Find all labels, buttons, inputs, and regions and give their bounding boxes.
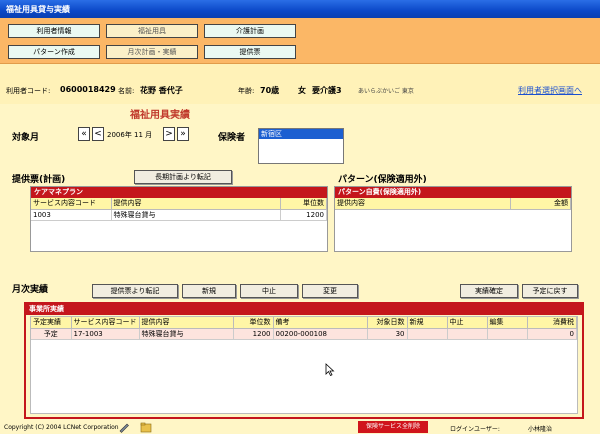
user-age: 70歳: [260, 86, 280, 95]
actuals-cell-stop[interactable]: [447, 328, 488, 340]
actuals-panel: 事業所実績 予定実績 サービス内容コード 提供内容 単位数 備考 対象日数 新規…: [24, 302, 584, 419]
user-name-label: 名前:: [118, 87, 135, 95]
actuals-panel-title: 事業所実績: [26, 304, 582, 315]
actuals-header-edit: 編集: [487, 317, 528, 329]
plan-cell-code: 1003: [31, 209, 112, 221]
actuals-cell-new[interactable]: [407, 328, 448, 340]
page-title: 福祉用具実績: [130, 110, 190, 121]
copyright-text: Copyright (C) 2004 LCNet Corporation: [4, 424, 119, 431]
actuals-header-days: 対象日数: [367, 317, 408, 329]
mouse-cursor-icon: [325, 363, 335, 377]
plan-panel-title: ケアマネプラン: [31, 187, 327, 198]
main-content: 福祉用具実績 対象月 « < 2006年 11 月 > » 保険者 新宿区 提供…: [0, 104, 600, 420]
pattern-header-content: 提供内容: [335, 198, 511, 210]
pattern-panel: パターン自費(保険適用外) 提供内容 金額: [334, 186, 572, 252]
actuals-table: 予定実績 サービス内容コード 提供内容 単位数 備考 対象日数 新規 中止 編集…: [31, 317, 577, 340]
insurer-option-selected[interactable]: 新宿区: [259, 129, 343, 139]
back-to-plan-button[interactable]: 予定に戻す: [522, 284, 578, 298]
insurer-label: 保険者: [218, 133, 246, 143]
user-age-label: 年齢:: [238, 87, 255, 95]
user-name: 花野 香代子: [140, 86, 183, 95]
pattern-panel-title: パターン自費(保険適用外): [335, 187, 571, 198]
login-user-label: ログインユーザー:: [450, 426, 500, 433]
actuals-cell-content: 特殊寝台貸与: [139, 328, 234, 340]
actuals-header-type: 予定実績: [31, 317, 72, 329]
confirm-actual-button[interactable]: 実績確定: [460, 284, 518, 298]
period-value: 2006年 11 月: [107, 131, 153, 139]
actuals-cell-tax: 0: [527, 328, 577, 340]
actuals-header-code: サービス内容コード: [71, 317, 140, 329]
copy-from-long-term-button[interactable]: 長期計画より転記: [134, 170, 232, 184]
plan-panel: ケアマネプラン サービス内容コード 提供内容 単位数 1003 特殊寝台貸与 1…: [30, 186, 328, 252]
delete-all-services-button[interactable]: 保険サービス全削除: [358, 421, 428, 433]
period-next-button[interactable]: >: [163, 127, 175, 141]
actuals-header-units: 単位数: [233, 317, 274, 329]
actuals-header-tax: 消費税: [527, 317, 577, 329]
change-button[interactable]: 変更: [302, 284, 358, 298]
plan-table: サービス内容コード 提供内容 単位数 1003 特殊寝台貸与 1200: [31, 198, 327, 221]
footer: Copyright (C) 2004 LCNet Corporation 保険サ…: [0, 420, 600, 434]
table-row[interactable]: 1003 特殊寝台貸与 1200: [31, 209, 327, 221]
pen-icon[interactable]: [118, 421, 130, 433]
actuals-header-stop: 中止: [447, 317, 488, 329]
actuals-header-new: 新規: [407, 317, 448, 329]
user-select-link[interactable]: 利用者選択画面へ: [518, 85, 582, 96]
user-info-bar: 利用者コード: 0600018429 名前: 花野 香代子 年齢: 70歳 女 …: [0, 64, 600, 104]
user-code-label: 利用者コード:: [6, 87, 51, 95]
actuals-header-remarks: 備考: [273, 317, 368, 329]
plan-header-content: 提供内容: [111, 198, 281, 210]
stop-button[interactable]: 中止: [240, 284, 298, 298]
new-button[interactable]: 新規: [182, 284, 236, 298]
nav-monthly-plan[interactable]: 月次計画・実績: [106, 45, 198, 59]
nav-user-info[interactable]: 利用者情報: [8, 24, 100, 38]
user-address: あいらぶかいご 東京: [358, 88, 414, 95]
folder-icon[interactable]: [140, 421, 152, 433]
window-title: 福祉用具貸与実績: [6, 5, 70, 14]
period-label: 対象月: [12, 133, 40, 143]
actuals-table-area: 予定実績 サービス内容コード 提供内容 単位数 備考 対象日数 新規 中止 編集…: [30, 316, 578, 414]
pattern-header-amount: 金額: [510, 198, 571, 210]
login-user-name: 小林隆治: [528, 426, 553, 433]
plan-cell-content: 特殊寝台貸与: [111, 209, 281, 221]
actuals-cell-code: 17-1003: [71, 328, 140, 340]
user-code: 0600018429: [60, 85, 116, 94]
user-care-level: 要介護3: [312, 86, 342, 95]
user-sex: 女: [298, 86, 306, 95]
insurer-listbox[interactable]: 新宿区: [258, 128, 344, 164]
navigation-menu: 利用者情報 福祉用具 介護計画 パターン作成 月次計画・実績 提供票: [0, 18, 600, 64]
pattern-section-title: パターン(保険適用外): [338, 175, 427, 185]
window-titlebar: 福祉用具貸与実績: [0, 0, 600, 18]
nav-care-plan[interactable]: 介護計画: [204, 24, 296, 38]
pattern-table: 提供内容 金額: [335, 198, 571, 210]
plan-header-code: サービス内容コード: [31, 198, 112, 210]
actuals-cell-units: 1200: [233, 328, 274, 340]
plan-section-title: 提供票(計画): [12, 175, 66, 185]
period-first-button[interactable]: «: [78, 127, 90, 141]
plan-header-units: 単位数: [280, 198, 327, 210]
monthly-section-title: 月次実績: [12, 285, 49, 295]
nav-welfare-equipment[interactable]: 福祉用具: [106, 24, 198, 38]
actuals-cell-days: 30: [367, 328, 408, 340]
period-prev-button[interactable]: <: [92, 127, 104, 141]
table-row[interactable]: 予定 17-1003 特殊寝台貸与 1200 00200-000108 30 0: [31, 328, 577, 340]
nav-pattern-create[interactable]: パターン作成: [8, 45, 100, 59]
nav-provision-sheet[interactable]: 提供票: [204, 45, 296, 59]
actuals-cell-type: 予定: [31, 328, 72, 340]
actuals-cell-remarks: 00200-000108: [273, 328, 368, 340]
plan-cell-units: 1200: [280, 209, 327, 221]
copy-from-sheet-button[interactable]: 提供票より転記: [92, 284, 178, 298]
actuals-header-content: 提供内容: [139, 317, 234, 329]
period-last-button[interactable]: »: [177, 127, 189, 141]
actuals-cell-edit[interactable]: [487, 328, 528, 340]
